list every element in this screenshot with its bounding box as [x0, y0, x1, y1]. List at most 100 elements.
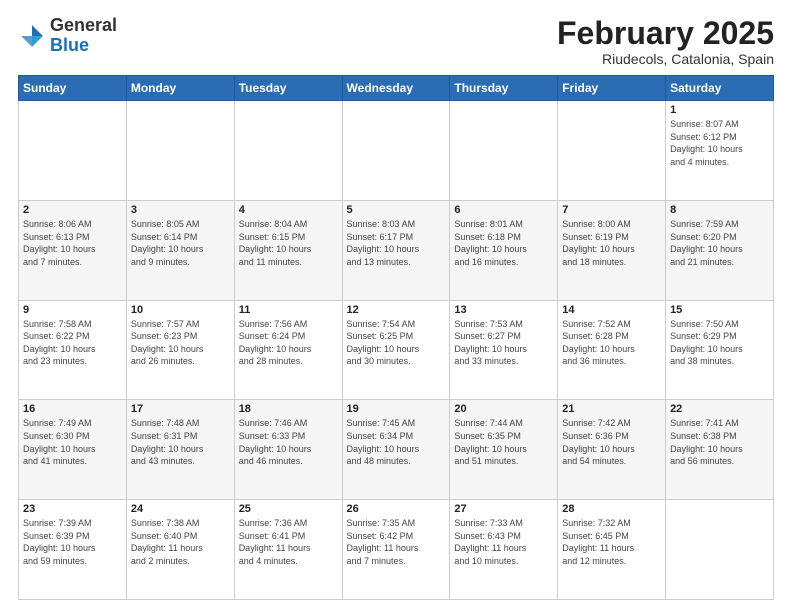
calendar-cell-w1-d4 — [342, 101, 450, 201]
calendar-cell-w2-d7: 8 Sunrise: 7:59 AM Sunset: 6:20 PM Daylig… — [666, 200, 774, 300]
day-number: 10 — [131, 304, 230, 316]
day-number: 19 — [347, 403, 446, 415]
day-number: 15 — [670, 304, 769, 316]
day-info: Sunrise: 8:07 AM Sunset: 6:12 PM Dayligh… — [670, 118, 769, 168]
day-number: 2 — [23, 204, 122, 216]
day-info: Sunrise: 7:59 AM Sunset: 6:20 PM Dayligh… — [670, 218, 769, 268]
calendar-cell-w3-d4: 12Sunrise: 7:54 AM Sunset: 6:25 PM Dayli… — [342, 300, 450, 400]
col-wednesday: Wednesday — [342, 76, 450, 101]
calendar-cell-w1-d7: 1 Sunrise: 8:07 AM Sunset: 6:12 PM Daylig… — [666, 101, 774, 201]
logo-general: General — [50, 15, 117, 35]
calendar-cell-w1-d6 — [558, 101, 666, 201]
header: General Blue February 2025 Riudecols, Ca… — [18, 16, 774, 67]
title-block: February 2025 Riudecols, Catalonia, Spai… — [557, 16, 774, 67]
day-info: Sunrise: 7:57 AM Sunset: 6:23 PM Dayligh… — [131, 318, 230, 368]
page: General Blue February 2025 Riudecols, Ca… — [0, 0, 792, 612]
calendar-cell-w3-d6: 14 Sunrise: 7:52 AM Sunset: 6:28 PM Dayli… — [558, 300, 666, 400]
col-thursday: Thursday — [450, 76, 558, 101]
col-monday: Monday — [126, 76, 234, 101]
calendar-cell-w5-d2: 24 Sunrise: 7:38 AM Sunset: 6:40 PM Dayli… — [126, 500, 234, 600]
col-friday: Friday — [558, 76, 666, 101]
calendar-week-5: 23 Sunrise: 7:39 AM Sunset: 6:39 PM Dayli… — [19, 500, 774, 600]
calendar-week-4: 16 Sunrise: 7:49 AM Sunset: 6:30 PM Dayli… — [19, 400, 774, 500]
day-info: Sunrise: 8:06 AM Sunset: 6:13 PM Dayligh… — [23, 218, 122, 268]
day-info: Sunrise: 7:53 AM Sunset: 6:27 PM Dayligh… — [454, 318, 553, 368]
day-number: 20 — [454, 403, 553, 415]
calendar-table: Sunday Monday Tuesday Wednesday Thursday… — [18, 75, 774, 600]
calendar-cell-w2-d5: 6 Sunrise: 8:01 AM Sunset: 6:18 PM Daylig… — [450, 200, 558, 300]
day-info: Sunrise: 7:35 AM Sunset: 6:42 PM Dayligh… — [347, 517, 446, 567]
logo-blue: Blue — [50, 35, 89, 55]
day-number: 27 — [454, 503, 553, 515]
calendar-cell-w4-d1: 16 Sunrise: 7:49 AM Sunset: 6:30 PM Dayli… — [19, 400, 127, 500]
calendar-cell-w3-d3: 11 Sunrise: 7:56 AM Sunset: 6:24 PM Dayli… — [234, 300, 342, 400]
day-number: 16 — [23, 403, 122, 415]
location-subtitle: Riudecols, Catalonia, Spain — [557, 51, 774, 67]
calendar-cell-w1-d5 — [450, 101, 558, 201]
day-number: 13 — [454, 304, 553, 316]
logo-icon — [18, 22, 46, 50]
calendar-cell-w4-d7: 22 Sunrise: 7:41 AM Sunset: 6:38 PM Dayli… — [666, 400, 774, 500]
logo: General Blue — [18, 16, 117, 56]
calendar-cell-w5-d1: 23 Sunrise: 7:39 AM Sunset: 6:39 PM Dayli… — [19, 500, 127, 600]
calendar-cell-w4-d4: 19 Sunrise: 7:45 AM Sunset: 6:34 PM Dayli… — [342, 400, 450, 500]
day-number: 14 — [562, 304, 661, 316]
calendar-cell-w2-d6: 7 Sunrise: 8:00 AM Sunset: 6:19 PM Daylig… — [558, 200, 666, 300]
day-number: 28 — [562, 503, 661, 515]
day-number: 8 — [670, 204, 769, 216]
calendar-cell-w5-d7 — [666, 500, 774, 600]
day-info: Sunrise: 7:45 AM Sunset: 6:34 PM Dayligh… — [347, 417, 446, 467]
calendar-week-2: 2 Sunrise: 8:06 AM Sunset: 6:13 PM Daylig… — [19, 200, 774, 300]
day-number: 11 — [239, 304, 338, 316]
day-info: Sunrise: 7:36 AM Sunset: 6:41 PM Dayligh… — [239, 517, 338, 567]
day-number: 18 — [239, 403, 338, 415]
day-number: 26 — [347, 503, 446, 515]
col-sunday: Sunday — [19, 76, 127, 101]
day-number: 22 — [670, 403, 769, 415]
day-number: 4 — [239, 204, 338, 216]
day-info: Sunrise: 7:56 AM Sunset: 6:24 PM Dayligh… — [239, 318, 338, 368]
day-number: 24 — [131, 503, 230, 515]
day-info: Sunrise: 7:41 AM Sunset: 6:38 PM Dayligh… — [670, 417, 769, 467]
calendar-cell-w1-d3 — [234, 101, 342, 201]
day-info: Sunrise: 7:32 AM Sunset: 6:45 PM Dayligh… — [562, 517, 661, 567]
calendar-cell-w4-d6: 21Sunrise: 7:42 AM Sunset: 6:36 PM Dayli… — [558, 400, 666, 500]
calendar-cell-w2-d3: 4 Sunrise: 8:04 AM Sunset: 6:15 PM Daylig… — [234, 200, 342, 300]
day-number: 7 — [562, 204, 661, 216]
calendar-cell-w4-d5: 20 Sunrise: 7:44 AM Sunset: 6:35 PM Dayli… — [450, 400, 558, 500]
day-number: 1 — [670, 104, 769, 116]
month-title: February 2025 — [557, 16, 774, 51]
calendar-cell-w1-d1 — [19, 101, 127, 201]
day-number: 17 — [131, 403, 230, 415]
day-number: 25 — [239, 503, 338, 515]
calendar-cell-w3-d5: 13 Sunrise: 7:53 AM Sunset: 6:27 PM Dayli… — [450, 300, 558, 400]
day-number: 3 — [131, 204, 230, 216]
day-info: Sunrise: 7:49 AM Sunset: 6:30 PM Dayligh… — [23, 417, 122, 467]
day-info: Sunrise: 7:44 AM Sunset: 6:35 PM Dayligh… — [454, 417, 553, 467]
calendar-cell-w5-d5: 27Sunrise: 7:33 AM Sunset: 6:43 PM Dayli… — [450, 500, 558, 600]
calendar-week-3: 9Sunrise: 7:58 AM Sunset: 6:22 PM Daylig… — [19, 300, 774, 400]
day-info: Sunrise: 7:39 AM Sunset: 6:39 PM Dayligh… — [23, 517, 122, 567]
calendar-cell-w3-d2: 10 Sunrise: 7:57 AM Sunset: 6:23 PM Dayli… — [126, 300, 234, 400]
day-info: Sunrise: 8:00 AM Sunset: 6:19 PM Dayligh… — [562, 218, 661, 268]
day-info: Sunrise: 7:50 AM Sunset: 6:29 PM Dayligh… — [670, 318, 769, 368]
calendar-header-row: Sunday Monday Tuesday Wednesday Thursday… — [19, 76, 774, 101]
day-info: Sunrise: 8:03 AM Sunset: 6:17 PM Dayligh… — [347, 218, 446, 268]
day-number: 21 — [562, 403, 661, 415]
calendar-cell-w5-d6: 28 Sunrise: 7:32 AM Sunset: 6:45 PM Dayli… — [558, 500, 666, 600]
day-number: 9 — [23, 304, 122, 316]
calendar-cell-w3-d7: 15 Sunrise: 7:50 AM Sunset: 6:29 PM Dayli… — [666, 300, 774, 400]
calendar-cell-w2-d4: 5 Sunrise: 8:03 AM Sunset: 6:17 PM Daylig… — [342, 200, 450, 300]
day-info: Sunrise: 7:38 AM Sunset: 6:40 PM Dayligh… — [131, 517, 230, 567]
logo-text: General Blue — [50, 16, 117, 56]
col-tuesday: Tuesday — [234, 76, 342, 101]
day-number: 6 — [454, 204, 553, 216]
calendar-cell-w5-d3: 25 Sunrise: 7:36 AM Sunset: 6:41 PM Dayli… — [234, 500, 342, 600]
day-info: Sunrise: 8:04 AM Sunset: 6:15 PM Dayligh… — [239, 218, 338, 268]
calendar-cell-w3-d1: 9Sunrise: 7:58 AM Sunset: 6:22 PM Daylig… — [19, 300, 127, 400]
day-info: Sunrise: 8:01 AM Sunset: 6:18 PM Dayligh… — [454, 218, 553, 268]
day-number: 23 — [23, 503, 122, 515]
day-number: 5 — [347, 204, 446, 216]
day-info: Sunrise: 7:54 AM Sunset: 6:25 PM Dayligh… — [347, 318, 446, 368]
day-info: Sunrise: 7:52 AM Sunset: 6:28 PM Dayligh… — [562, 318, 661, 368]
